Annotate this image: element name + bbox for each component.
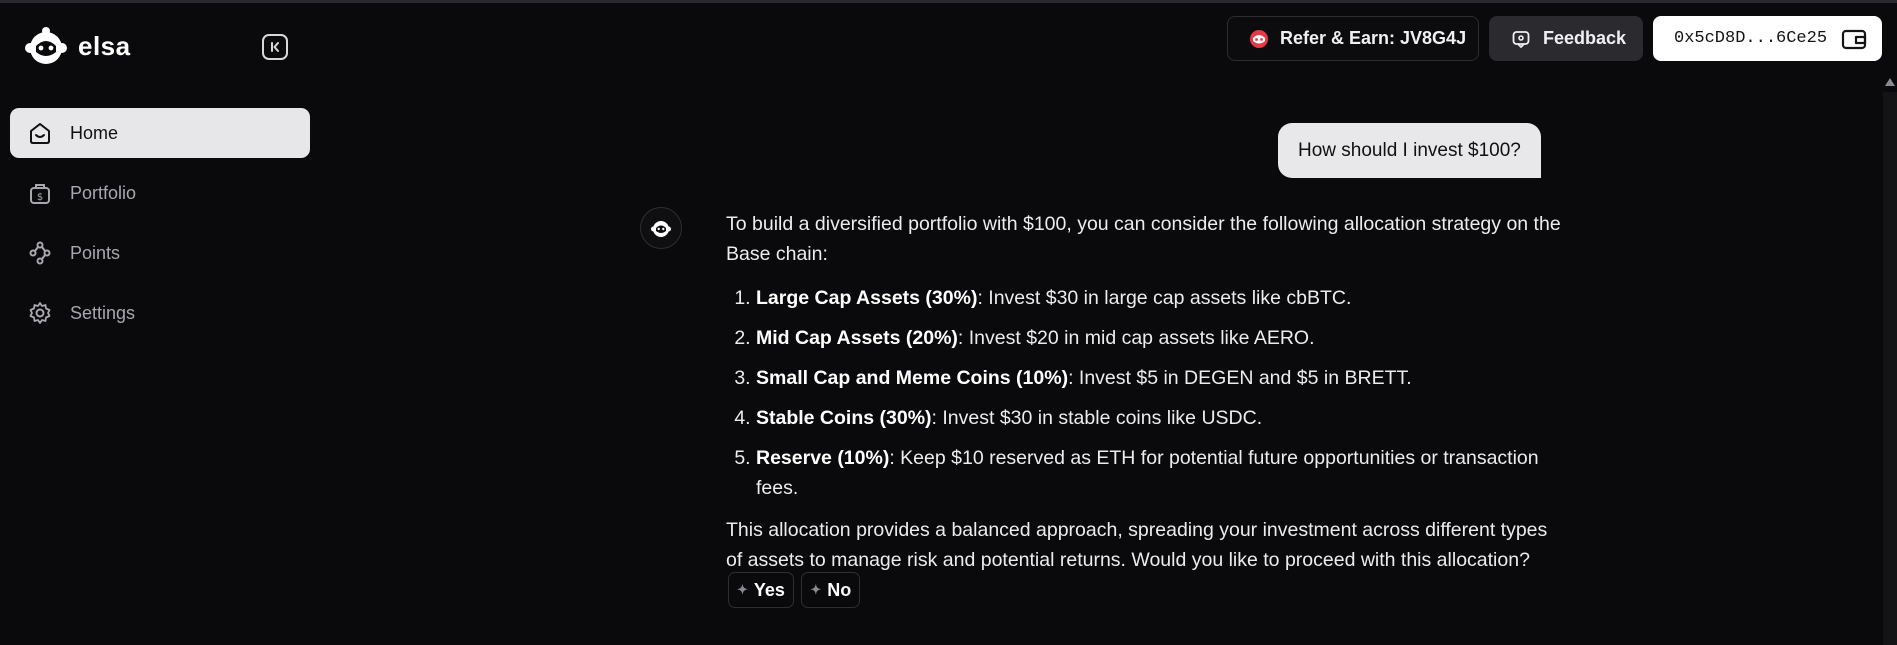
bot-intro-text: To build a diversified portfolio with $1… — [726, 213, 1561, 265]
allocation-title: Reserve (10%) — [756, 447, 890, 469]
feedback-icon — [1512, 30, 1530, 48]
allocation-title: Small Cap and Meme Coins (10%) — [756, 367, 1069, 389]
sidebar-item-label: Portfolio — [70, 182, 137, 203]
sidebar-item-portfolio[interactable]: $ Portfolio — [10, 168, 310, 218]
yes-label: Yes — [753, 580, 785, 600]
app-logo[interactable]: elsa — [22, 26, 131, 66]
allocation-text: : Invest $30 in stable coins like USDC. — [931, 407, 1263, 429]
sidebar-item-home[interactable]: Home — [10, 108, 310, 158]
allocation-list: Large Cap Assets (30%): Invest $30 in la… — [726, 283, 1566, 503]
feedback-button[interactable]: Feedback — [1489, 16, 1643, 61]
points-icon — [26, 239, 54, 267]
sidebar-nav: Home $ Portfolio Points Settings — [10, 108, 310, 348]
home-icon — [26, 119, 54, 147]
sparkle-icon: ✦ — [810, 582, 822, 597]
sidebar-item-label: Settings — [70, 302, 136, 323]
no-button[interactable]: ✦ No — [801, 572, 861, 608]
elsa-logo-icon — [25, 27, 67, 64]
allocation-text: : Invest $5 in DEGEN and $5 in BRETT. — [1068, 367, 1412, 389]
bot-avatar — [640, 207, 682, 249]
sparkle-icon: ✦ — [737, 582, 748, 597]
wallet-icon — [1841, 29, 1867, 49]
refer-label: Refer & Earn: JV8G4J — [1280, 28, 1467, 48]
top-border — [0, 0, 1897, 3]
app-name: elsa — [78, 30, 131, 61]
bot-message: To build a diversified portfolio with $1… — [726, 209, 1566, 611]
scrollbar-track[interactable] — [1883, 92, 1897, 645]
bot-outro-text: This allocation provides a balanced appr… — [726, 519, 1548, 571]
list-item: Mid Cap Assets (20%): Invest $20 in mid … — [756, 323, 1566, 353]
elsa-avatar-icon — [651, 221, 671, 237]
scroll-up-arrow-icon[interactable] — [1883, 76, 1897, 88]
bot-outro-paragraph: This allocation provides a balanced appr… — [726, 515, 1566, 611]
wallet-address: 0x5cD8D...6Ce25 — [1674, 29, 1828, 48]
allocation-title: Mid Cap Assets (20%) — [756, 327, 958, 349]
feedback-label: Feedback — [1543, 28, 1627, 48]
wallet-button[interactable]: 0x5cD8D...6Ce25 — [1653, 16, 1882, 61]
allocation-text: : Invest $30 in large cap assets like cb… — [977, 287, 1352, 309]
no-label: No — [827, 580, 852, 600]
refer-earn-button[interactable]: Refer & Earn: JV8G4J — [1227, 16, 1479, 61]
collapse-left-icon — [271, 42, 279, 52]
sidebar-item-settings[interactable]: Settings — [10, 288, 310, 338]
allocation-title: Large Cap Assets (30%) — [756, 287, 978, 309]
allocation-title: Stable Coins (30%) — [756, 407, 932, 429]
collapse-sidebar-button[interactable] — [262, 34, 288, 60]
yes-button[interactable]: ✦ Yes — [728, 572, 794, 608]
list-item: Large Cap Assets (30%): Invest $30 in la… — [756, 283, 1566, 313]
list-item: Small Cap and Meme Coins (10%): Invest $… — [756, 363, 1566, 393]
sidebar-item-label: Home — [70, 122, 119, 143]
gear-icon — [26, 299, 54, 327]
sidebar-item-points[interactable]: Points — [10, 228, 310, 278]
sidebar-item-label: Points — [70, 242, 121, 263]
svg-text:$: $ — [37, 192, 43, 203]
user-message-bubble: How should I invest $100? — [1278, 123, 1541, 178]
portfolio-icon: $ — [26, 179, 54, 207]
list-item: Reserve (10%): Keep $10 reserved as ETH … — [756, 443, 1566, 503]
gift-icon — [1250, 29, 1268, 48]
user-message-text: How should I invest $100? — [1298, 139, 1521, 161]
list-item: Stable Coins (30%): Invest $30 in stable… — [756, 403, 1566, 433]
allocation-text: : Invest $20 in mid cap assets like AERO… — [957, 327, 1315, 349]
